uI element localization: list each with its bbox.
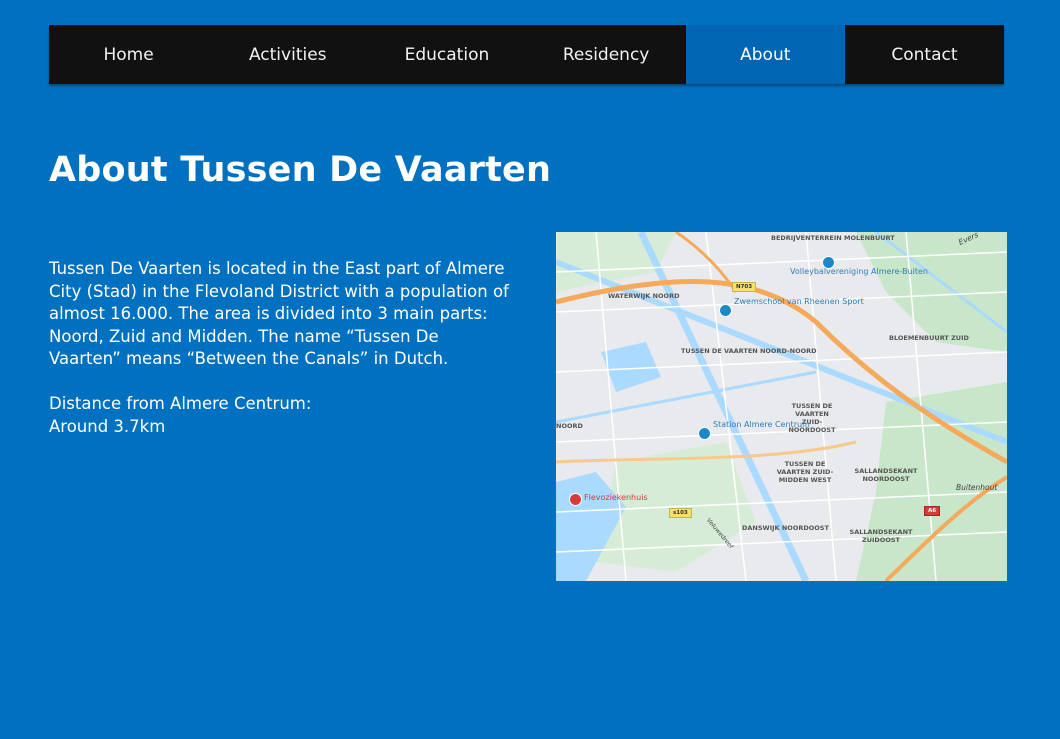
distance-label: Distance from Almere Centrum: bbox=[49, 394, 312, 413]
road-shield-n703: N703 bbox=[732, 282, 757, 292]
about-text: Tussen De Vaarten is located in the East… bbox=[49, 258, 511, 438]
nav-contact[interactable]: Contact bbox=[845, 25, 1004, 84]
train-station-icon bbox=[698, 427, 711, 440]
map-label-sallandsekant-noordoost: SALLANDSEKANT NOORDOOST bbox=[854, 467, 918, 483]
about-paragraph: Tussen De Vaarten is located in the East… bbox=[49, 259, 509, 368]
road-shield-s103: s103 bbox=[669, 508, 692, 518]
map-label-bloemenbuurt: BLOEMENBUURT ZUID bbox=[889, 334, 969, 342]
nav-home[interactable]: Home bbox=[49, 25, 208, 84]
map-label-tdv-noord: TUSSEN DE VAARTEN NOORD-NOORD bbox=[681, 347, 817, 355]
nav-activities[interactable]: Activities bbox=[208, 25, 367, 84]
nav-about[interactable]: About bbox=[685, 25, 845, 84]
map-label-waterwijk: WATERWIJK NOORD bbox=[608, 292, 680, 300]
swimming-poi-icon bbox=[719, 304, 732, 317]
nav-education[interactable]: Education bbox=[367, 25, 526, 84]
map-label-zwemschool: Zwemschool van Rheenen Sport bbox=[734, 297, 864, 306]
map-label-sallandsekant-zuidoost: SALLANDSEKANT ZUIDOOST bbox=[849, 528, 913, 544]
page-title: About Tussen De Vaarten bbox=[49, 150, 552, 190]
map-label-tdv-zuid-midden: TUSSEN DE VAARTEN ZUID-MIDDEN WEST bbox=[776, 460, 834, 484]
map-label-volleybal: Volleybalvereniging Almere-Buiten bbox=[790, 267, 928, 276]
area-map[interactable]: BEDRIJVENTERREIN MOLENBUURT WATERWIJK NO… bbox=[556, 232, 1007, 581]
hospital-icon bbox=[569, 493, 582, 506]
nav-residency[interactable]: Residency bbox=[527, 25, 686, 84]
map-label-danswijk: DANSWIJK NOORDOOST bbox=[742, 524, 829, 532]
distance-value: Around 3.7km bbox=[49, 416, 166, 436]
map-label-noord-left: NOORD bbox=[556, 422, 583, 430]
map-label-bedrijventerrein: BEDRIJVENTERREIN MOLENBUURT bbox=[771, 234, 895, 242]
map-label-flevoziekenhuis: Flevoziekenhuis bbox=[584, 493, 648, 502]
road-shield-a6: A6 bbox=[924, 506, 941, 516]
map-label-station: Station Almere Centrum bbox=[713, 420, 810, 429]
map-label-buitenhout: Buitenhout bbox=[956, 483, 998, 492]
top-navigation: Home Activities Education Residency Abou… bbox=[49, 25, 1004, 84]
map-label-tdv-zuid-noordoost: TUSSEN DE VAARTEN ZUID-NOORDOOST bbox=[788, 402, 836, 434]
